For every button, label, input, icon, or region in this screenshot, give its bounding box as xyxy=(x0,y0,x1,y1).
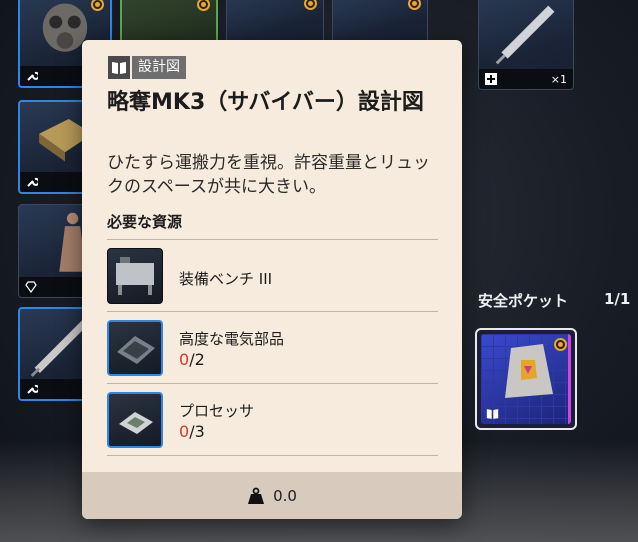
diamond-icon xyxy=(25,281,37,293)
inventory-slot-stim[interactable]: ×1 xyxy=(478,0,574,90)
wrench-icon xyxy=(27,384,38,394)
divider xyxy=(107,383,438,384)
wrench-icon xyxy=(27,177,38,187)
stim-syringe-icon xyxy=(495,5,555,65)
blueprint-book-icon xyxy=(486,409,499,419)
currency-icon xyxy=(304,0,317,10)
equipment-bench-icon xyxy=(107,248,163,304)
safe-pocket-slot[interactable] xyxy=(475,328,577,430)
item-type-label: 設計図 xyxy=(132,56,186,79)
item-title: 略奪MK3（サバイバー）設計図 xyxy=(107,90,424,115)
currency-icon xyxy=(197,0,210,11)
requirement-name: プロセッサ xyxy=(179,402,255,420)
weight-value: 0.0 xyxy=(273,486,297,505)
processor-icon xyxy=(107,392,163,448)
weight-icon xyxy=(248,487,265,504)
divider xyxy=(107,455,438,456)
requirement-row: プロセッサ 0/3 xyxy=(107,392,438,448)
requirement-count: 0/3 xyxy=(179,422,205,441)
requirement-row: 装備ベンチ III xyxy=(107,248,438,304)
medical-plus-icon xyxy=(485,73,497,85)
divider xyxy=(107,239,438,240)
divider xyxy=(107,311,438,312)
backpack-blueprint-icon xyxy=(505,344,553,398)
wrench-icon xyxy=(27,71,38,81)
requirement-row: 高度な電気部品 0/2 xyxy=(107,320,438,376)
item-type-tag: 設計図 xyxy=(108,56,186,79)
slot-footer: ×1 xyxy=(479,69,573,89)
safe-pocket-title: 安全ポケット xyxy=(478,292,569,310)
currency-icon xyxy=(91,0,104,11)
currency-icon xyxy=(408,0,421,10)
requirements-heading: 必要な資源 xyxy=(107,213,183,231)
requirement-count: 0/2 xyxy=(179,350,205,369)
requirement-name: 装備ベンチ III xyxy=(179,270,273,288)
blueprint-book-icon xyxy=(112,61,126,74)
item-tooltip: 設計図 略奪MK3（サバイバー）設計図 ひたすら運搬力を重視。許容重量とリュック… xyxy=(82,40,462,519)
item-count: ×1 xyxy=(550,72,567,86)
currency-icon xyxy=(554,338,567,351)
electric-parts-icon xyxy=(107,320,163,376)
weight-footer: 0.0 xyxy=(82,472,462,519)
requirement-name: 高度な電気部品 xyxy=(179,330,285,348)
item-description: ひたすら運搬力を重視。許容重量とリュックのスペースが共に大きい。 xyxy=(107,153,430,197)
safe-pocket-count: 1/1 xyxy=(604,290,631,308)
